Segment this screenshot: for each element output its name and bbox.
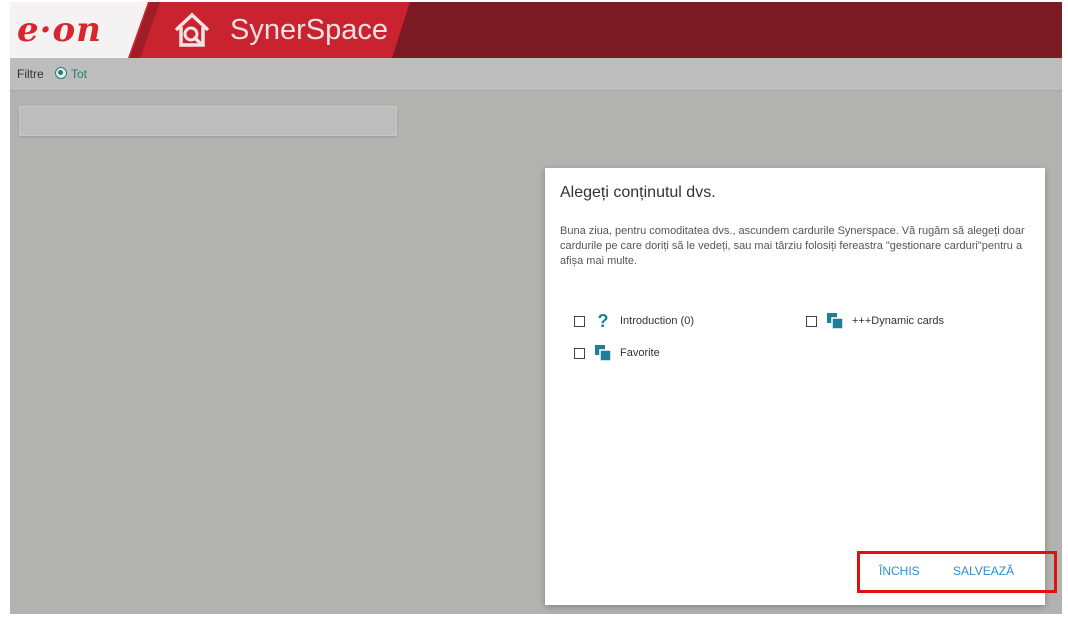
app-title: SynerSpace	[230, 14, 388, 46]
eon-logo[interactable]: e·on	[10, 2, 148, 58]
question-icon: ?	[597, 311, 609, 331]
filter-option-tot[interactable]: Tot	[71, 58, 87, 90]
filter-label: Filtre	[17, 67, 44, 81]
option-introduction[interactable]: ? Introduction (0)	[574, 312, 694, 330]
eon-logo-text: e·on	[17, 10, 102, 50]
filter-bar: Filtre Tot	[10, 58, 1062, 91]
option-label: Favorite	[620, 347, 660, 359]
option-dynamic-cards[interactable]: +++Dynamic cards	[806, 312, 944, 330]
filter-radio-tot[interactable]	[55, 67, 67, 79]
placeholder-card	[19, 106, 397, 136]
dialog-message: Buna ziua, pentru comoditatea dvs., ascu…	[560, 225, 1025, 267]
cards-icon	[595, 345, 611, 361]
cards-icon	[827, 313, 843, 329]
checkbox[interactable]	[806, 315, 817, 327]
option-label: Introduction (0)	[620, 315, 694, 327]
option-label: +++Dynamic cards	[852, 315, 945, 327]
radio-selected-dot	[58, 70, 63, 75]
option-favorite[interactable]: Favorite	[574, 344, 660, 362]
highlight-annotation	[857, 551, 1057, 593]
checkbox[interactable]	[574, 347, 585, 359]
home-search-icon[interactable]	[172, 10, 212, 50]
checkbox[interactable]	[574, 315, 585, 327]
dialog-title: Alegeți conținutul dvs.	[560, 184, 716, 201]
app-header: e·on SynerSpace	[10, 2, 1062, 58]
choose-content-dialog: Alegeți conținutul dvs. Buna ziua, pentr…	[545, 168, 1045, 605]
